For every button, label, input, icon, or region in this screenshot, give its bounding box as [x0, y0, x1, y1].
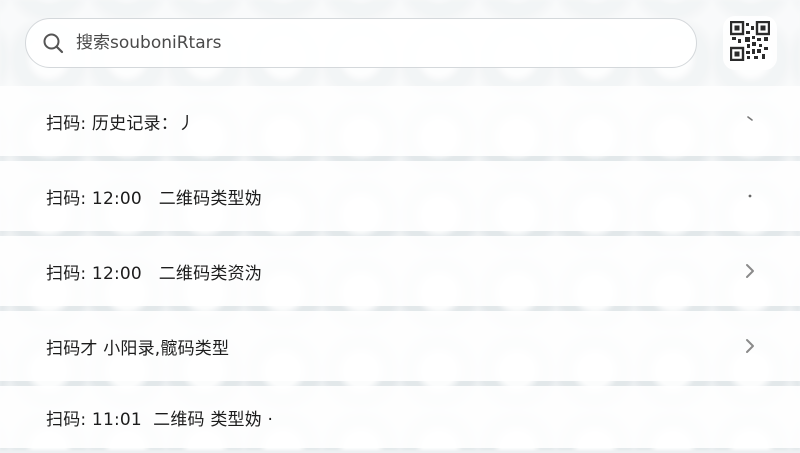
search-box[interactable]	[25, 18, 697, 68]
search-input[interactable]	[76, 33, 636, 53]
scan-history-list: 扫码: 历史记录：丿 扫码: 12:00 二维码类型妫 扫码: 12:00 二维…	[0, 86, 800, 453]
chevron-right-icon[interactable]	[740, 336, 760, 356]
search-icon	[42, 32, 64, 54]
qr-scan-button[interactable]	[723, 16, 777, 70]
tick-mark-icon	[740, 111, 760, 131]
scan-history-screen: 扫码: 历史记录：丿 扫码: 12:00 二维码类型妫 扫码: 12:00 二维…	[0, 0, 800, 450]
dot-mark-icon	[740, 186, 760, 206]
top-bar	[0, 0, 800, 86]
qr-code-icon	[729, 20, 771, 65]
history-item-text: 扫码才 小阳录,髋码类型	[46, 338, 230, 359]
history-item-text: 扫码: 12:00 二维码类型妫	[46, 188, 262, 209]
history-item-text: 扫码: 12:00 二维码类资沩	[46, 263, 262, 284]
history-item[interactable]: 扫码: 12:00 二维码类型妫	[0, 161, 800, 231]
history-item-text: 扫码: 11:01 二维码 类型妫 ·	[46, 409, 274, 430]
chevron-right-icon[interactable]	[740, 261, 760, 281]
history-item[interactable]: 扫码: 12:00 二维码类资沩	[0, 236, 800, 306]
history-item[interactable]: 扫码: 历史记录：丿	[0, 86, 800, 156]
history-item-text: 扫码: 历史记录：丿	[46, 113, 196, 134]
history-item[interactable]: 扫码才 小阳录,髋码类型	[0, 311, 800, 381]
history-item[interactable]: 扫码: 11:01 二维码 类型妫 ·	[0, 386, 800, 448]
